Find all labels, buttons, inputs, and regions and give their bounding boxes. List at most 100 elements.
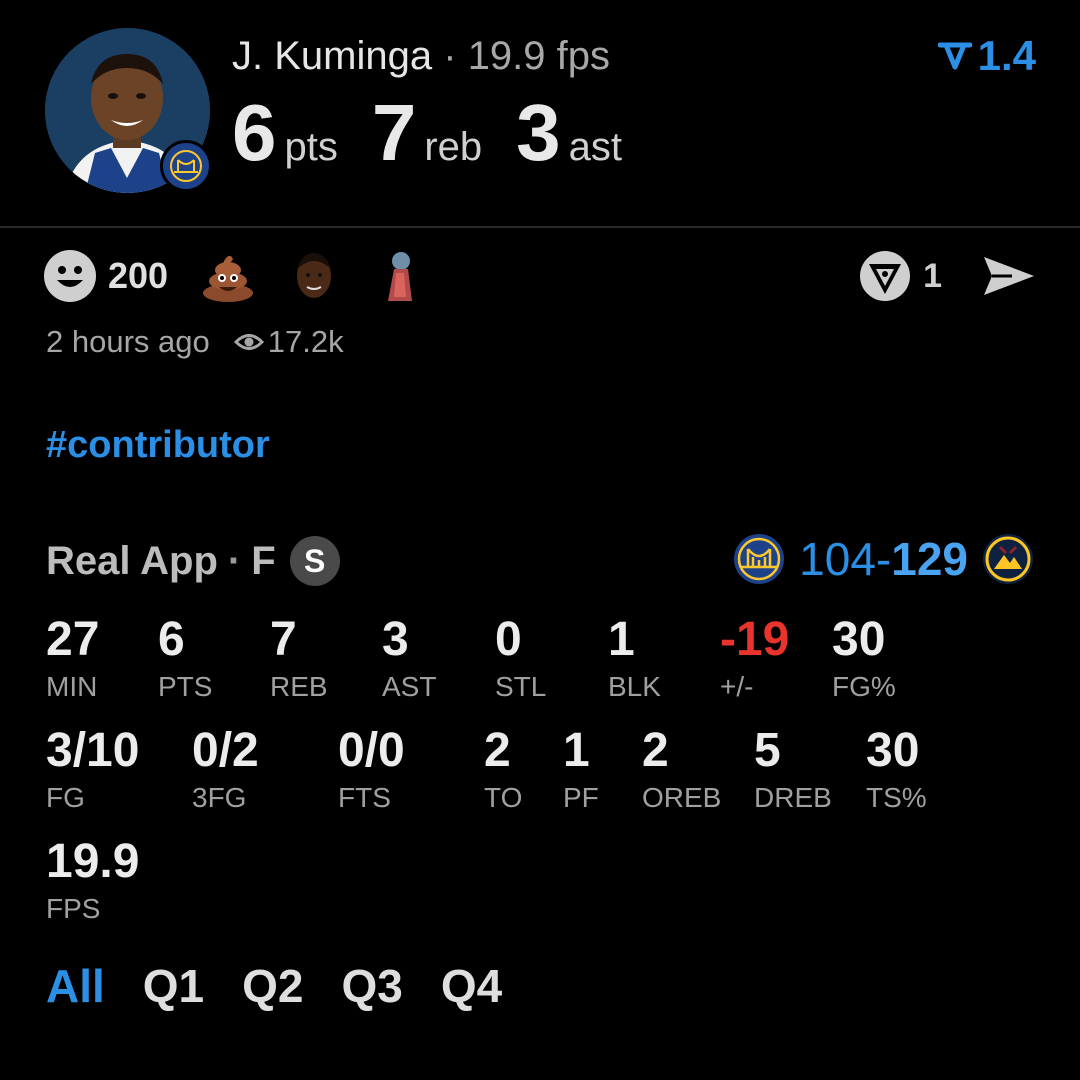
- stat-label: PTS: [158, 671, 213, 702]
- post-meta: 2 hours ago 17.2k: [46, 324, 344, 360]
- stat-3fg: 0/2 3FG: [192, 725, 259, 815]
- stat-value: 6: [158, 613, 185, 666]
- game-score[interactable]: 104-129: [733, 532, 1034, 586]
- poop-emoji-icon[interactable]: [200, 248, 256, 304]
- source-separator: ·: [227, 538, 242, 583]
- stat-value: 0/2: [192, 724, 259, 777]
- stat-fg: 3/10 FG: [46, 725, 139, 815]
- stat-value: 5: [754, 724, 781, 777]
- stat-value: 30: [866, 724, 920, 777]
- stat-label: TO: [484, 782, 523, 813]
- points-unit: pts: [284, 125, 338, 169]
- nuggets-logo-icon: [983, 534, 1033, 584]
- stat-plus-minus: -19 +/-: [720, 614, 789, 704]
- stat-value: 3: [382, 613, 409, 666]
- send-icon[interactable]: [982, 253, 1036, 299]
- score-delta[interactable]: 1.4: [937, 32, 1036, 79]
- stat-value: 0/0: [338, 724, 405, 777]
- stat-value: 0: [495, 613, 522, 666]
- stat-label: +/-: [720, 671, 754, 702]
- eye-icon: [233, 331, 264, 353]
- separator: ·: [443, 34, 457, 78]
- stat-label: PF: [563, 782, 599, 813]
- score-delta-value: 1.4: [977, 32, 1036, 79]
- tab-q2[interactable]: Q2: [242, 958, 303, 1014]
- stat-stl: 0 STL: [495, 614, 546, 704]
- stat-label: BLK: [608, 671, 661, 702]
- stat-reb: 7 REB: [270, 614, 328, 704]
- assists-unit: ast: [568, 125, 623, 169]
- divider: [0, 226, 1080, 228]
- stat-value: 1: [563, 724, 590, 777]
- stat-label: FPS: [46, 893, 101, 924]
- rebounds-value: 7: [371, 88, 417, 177]
- reactions-bar: 200: [44, 248, 458, 304]
- stat-value: 2: [642, 724, 669, 777]
- player-face-emoji-icon[interactable]: [286, 248, 342, 304]
- quarter-tabs: All Q1 Q2 Q3 Q4: [46, 958, 502, 1014]
- stat-oreb: 2 OREB: [642, 725, 721, 815]
- alt-count: 1: [923, 256, 942, 295]
- tab-all[interactable]: All: [46, 958, 105, 1014]
- stat-label: 3FG: [192, 782, 247, 813]
- stat-label: OREB: [642, 782, 722, 813]
- stat-label: STL: [495, 671, 547, 702]
- stat-value: 27: [46, 613, 100, 666]
- player-statline: 6 pts 7 reb 3 ast: [232, 88, 656, 178]
- score-dash: -: [875, 533, 892, 585]
- stat-label: FG: [46, 782, 85, 813]
- stat-value: 7: [270, 613, 297, 666]
- figure-emoji-icon[interactable]: [372, 248, 428, 304]
- stat-to: 2 TO: [484, 725, 522, 815]
- stat-label: TS%: [866, 782, 927, 813]
- smiley-reaction-icon[interactable]: [44, 250, 96, 302]
- stat-value: -19: [720, 613, 790, 666]
- player-header: J. Kuminga · 19.9 fps: [232, 32, 610, 80]
- team-badge-icon: [160, 140, 212, 192]
- stat-label: AST: [382, 671, 437, 702]
- alt-logo-icon[interactable]: [859, 250, 911, 302]
- stat-value: 1: [608, 613, 635, 666]
- stat-fg-pct: 30 FG%: [832, 614, 896, 704]
- points-value: 6: [232, 88, 277, 177]
- view-count: 17.2k: [267, 324, 344, 359]
- post-actions: 1: [859, 248, 1036, 304]
- tab-q3[interactable]: Q3: [342, 958, 403, 1014]
- rebounds-unit: reb: [424, 125, 483, 169]
- score-text: 104-129: [799, 532, 968, 586]
- stat-label: REB: [270, 671, 328, 702]
- reaction-count: 200: [108, 255, 169, 296]
- tab-q1[interactable]: Q1: [143, 958, 204, 1014]
- away-score: 129: [891, 533, 968, 585]
- stat-blk: 1 BLK: [608, 614, 661, 704]
- stat-dreb: 5 DREB: [754, 725, 832, 815]
- stat-ts-pct: 30 TS%: [866, 725, 927, 815]
- stat-label: FTS: [338, 782, 391, 813]
- stat-fps: 19.9 FPS: [46, 836, 139, 926]
- assists-value: 3: [516, 88, 561, 177]
- stat-ast: 3 AST: [382, 614, 436, 704]
- timestamp: 2 hours ago: [46, 324, 210, 359]
- stat-value: 3/10: [46, 724, 140, 777]
- game-status: F: [251, 538, 276, 583]
- tab-q4[interactable]: Q4: [441, 958, 502, 1014]
- stat-pts: 6 PTS: [158, 614, 212, 704]
- down-arrow-icon: [937, 42, 972, 70]
- player-fps: 19.9 fps: [467, 34, 611, 78]
- player-name[interactable]: J. Kuminga: [232, 34, 432, 78]
- source-name[interactable]: Real App: [46, 539, 218, 584]
- hashtag-link[interactable]: #contributor: [46, 424, 270, 467]
- stat-pf: 1 PF: [563, 725, 599, 815]
- stat-label: DREB: [754, 782, 832, 813]
- stat-min: 27 MIN: [46, 614, 99, 704]
- stat-label: FG%: [832, 671, 896, 702]
- stat-value: 30: [832, 613, 886, 666]
- warriors-logo-icon: [734, 534, 785, 584]
- stat-value: 19.9: [46, 835, 140, 888]
- stat-value: 2: [484, 724, 511, 777]
- stat-fts: 0/0 FTS: [338, 725, 405, 815]
- s-badge-icon[interactable]: S: [289, 536, 340, 586]
- game-source: Real App · F S: [46, 536, 340, 586]
- home-score: 104: [799, 533, 876, 585]
- stat-label: MIN: [46, 671, 98, 702]
